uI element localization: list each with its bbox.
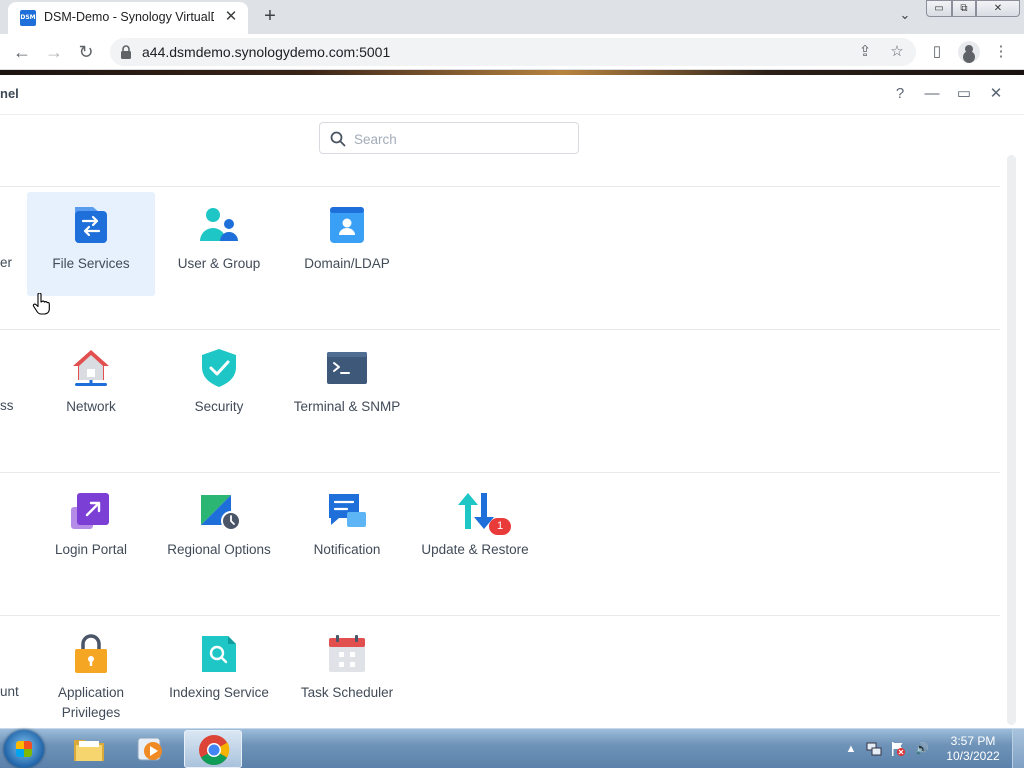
control-panel-window: nel ? — ▭ ✕ er File Services User & Grou…: [0, 75, 1024, 727]
taskbar-clock[interactable]: 3:57 PM 10/3/2022: [940, 734, 1006, 764]
start-button[interactable]: [4, 730, 44, 768]
tile-update-restore[interactable]: 1 Update & Restore: [411, 478, 539, 582]
windows-taskbar: ▲ 🔊 3:57 PM 10/3/2022: [0, 728, 1024, 768]
tile-label: Indexing Service: [169, 685, 269, 700]
tile-label: Task Scheduler: [300, 685, 394, 700]
browser-tab-strip: DSM DSM-Demo - Synology VirtualDSM ✕ + ⌄…: [0, 0, 1024, 34]
back-button[interactable]: ←: [10, 40, 34, 64]
taskbar-chrome[interactable]: [184, 730, 242, 768]
notification-icon: [329, 494, 366, 527]
tile-user-group[interactable]: User & Group: [155, 192, 283, 296]
row-divider: [0, 615, 1000, 616]
task-scheduler-icon: [329, 635, 365, 672]
action-center-flag-icon[interactable]: [890, 741, 906, 757]
window-minimize-button[interactable]: ▭: [926, 0, 952, 17]
tile-label: Regional Options: [167, 542, 271, 557]
hand-cursor-icon: [32, 293, 50, 315]
scrollbar[interactable]: [1007, 155, 1016, 725]
security-shield-icon: [202, 349, 236, 387]
show-desktop-button[interactable]: [1012, 729, 1024, 768]
new-tab-button[interactable]: +: [258, 5, 282, 29]
row-divider: [0, 186, 1000, 187]
taskbar-explorer[interactable]: [60, 730, 118, 768]
network-tray-icon[interactable]: [866, 741, 882, 757]
tile-notification[interactable]: Notification: [283, 478, 411, 582]
folder-icon: [74, 740, 104, 761]
dsm-favicon-icon: DSM: [20, 10, 36, 26]
tile-label: File Services: [52, 256, 130, 271]
side-panel-icon[interactable]: ▯: [926, 41, 948, 63]
tile-label: Network: [66, 399, 116, 414]
tab-search-chevron-icon[interactable]: ⌄: [896, 7, 914, 25]
minimize-icon[interactable]: —: [921, 83, 943, 105]
reload-button[interactable]: ↻: [74, 40, 98, 64]
forward-button[interactable]: →: [42, 40, 66, 64]
browser-toolbar: ← → ↻ a44.dsmdemo.synologydemo.com:5001 …: [0, 34, 1024, 70]
tile-application-privileges[interactable]: Application Privileges: [27, 621, 155, 725]
tile-label: Login Portal: [54, 542, 128, 557]
profile-avatar-icon[interactable]: [958, 41, 980, 63]
user-group-icon: [200, 208, 238, 241]
help-icon[interactable]: ?: [889, 83, 911, 105]
tile-network[interactable]: Network: [27, 335, 155, 439]
login-portal-icon: [71, 493, 109, 529]
clock-date: 10/3/2022: [946, 749, 1000, 763]
maximize-icon[interactable]: ▭: [953, 83, 975, 105]
tab-close-icon[interactable]: ✕: [222, 8, 240, 26]
bookmark-star-icon[interactable]: ☆: [886, 41, 908, 63]
tile-label: Security: [194, 399, 244, 414]
tile-label: Terminal & SNMP: [293, 399, 401, 414]
tile-label: Update & Restore: [421, 542, 529, 557]
tile-security[interactable]: Security: [155, 335, 283, 439]
tile-indexing-service[interactable]: Indexing Service: [155, 621, 283, 725]
close-icon[interactable]: ✕: [985, 83, 1007, 105]
header-divider: [0, 114, 1024, 115]
indexing-service-icon: [202, 636, 236, 672]
browser-menu-icon[interactable]: ⋮: [990, 41, 1012, 63]
volume-icon[interactable]: 🔊: [914, 741, 930, 757]
regional-options-icon: [201, 495, 239, 531]
share-icon[interactable]: ⇪: [854, 41, 876, 63]
tile-label-line1: Application: [57, 685, 125, 700]
tile-domain-ldap[interactable]: Domain/LDAP: [283, 192, 411, 296]
window-title: nel: [0, 86, 19, 101]
window-close-button[interactable]: ✕: [976, 0, 1020, 17]
tab-title: DSM-Demo - Synology VirtualDSM: [44, 10, 214, 24]
media-player-icon: [137, 737, 162, 761]
window-restore-button[interactable]: ⧉: [952, 0, 976, 17]
file-services-icon: [75, 207, 107, 243]
tile-regional-options[interactable]: Regional Options: [155, 478, 283, 582]
row-divider: [0, 472, 1000, 473]
clock-time: 3:57 PM: [950, 734, 996, 748]
terminal-icon: [327, 352, 367, 384]
address-bar[interactable]: a44.dsmdemo.synologydemo.com:5001 ⇪ ☆: [110, 38, 916, 66]
url-text: a44.dsmdemo.synologydemo.com:5001: [142, 44, 391, 60]
network-icon: [73, 350, 109, 386]
search-icon: [330, 131, 346, 147]
partial-tile-label: ss: [0, 398, 14, 413]
tile-label: Notification: [313, 542, 381, 557]
partial-tile-label: er: [0, 255, 13, 270]
application-privileges-icon: [75, 634, 107, 673]
tile-login-portal[interactable]: Login Portal: [27, 478, 155, 582]
tray-expand-icon[interactable]: ▲: [843, 741, 859, 757]
tile-task-scheduler[interactable]: Task Scheduler: [283, 621, 411, 725]
tile-label: Application Privileges: [27, 683, 155, 723]
search-input[interactable]: [354, 129, 564, 149]
tile-file-services[interactable]: File Services: [27, 192, 155, 296]
update-count-badge: 1: [489, 518, 511, 535]
tile-label-line2: Privileges: [61, 705, 121, 720]
partial-tile-label: unt: [0, 684, 19, 699]
browser-tab-dsm[interactable]: DSM DSM-Demo - Synology VirtualDSM ✕: [8, 2, 248, 34]
window-controls: ▭ ⧉ ✕: [926, 0, 1020, 18]
row-divider: [0, 329, 1000, 330]
tile-label: Domain/LDAP: [304, 256, 390, 271]
domain-ldap-icon: [330, 207, 364, 243]
tile-terminal-snmp[interactable]: Terminal & SNMP: [283, 335, 411, 439]
chrome-icon: [199, 735, 230, 766]
tile-label: User & Group: [177, 256, 261, 271]
taskbar-media-player[interactable]: [122, 730, 180, 768]
lock-icon: [121, 45, 131, 59]
search-box[interactable]: [319, 122, 579, 154]
